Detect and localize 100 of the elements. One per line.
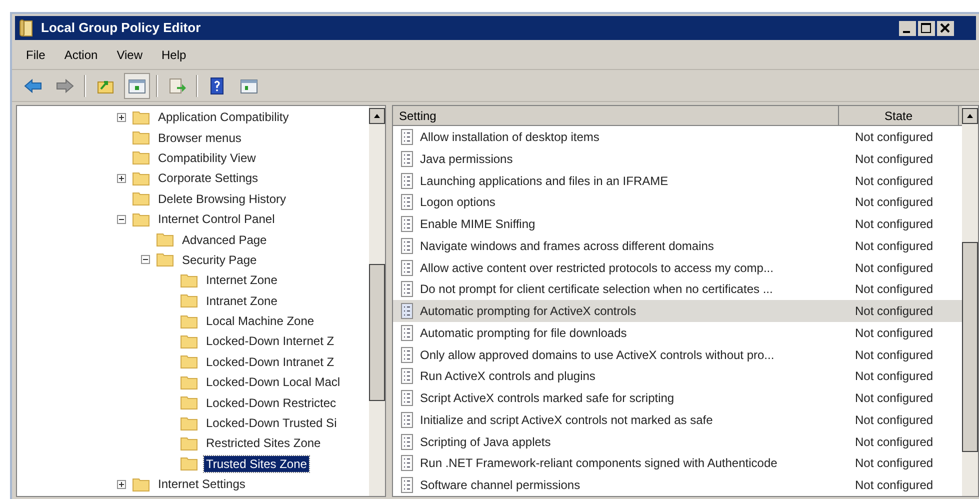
column-header[interactable]: Setting — [393, 106, 839, 126]
policy-setting-icon — [400, 194, 414, 210]
scroll-thumb[interactable] — [369, 264, 385, 401]
table-cell-text: Script ActiveX controls marked safe for scripting — [420, 390, 674, 408]
collapse-icon[interactable] — [117, 214, 126, 224]
policy-setting-icon — [400, 172, 414, 189]
tree-item[interactable]: Internet Control Panel — [156, 211, 277, 228]
table-cell-text: Not configured — [854, 368, 934, 386]
setting-row[interactable]: Initialize and script ActiveX controls not marked as safe Not configured — [393, 409, 962, 431]
table-cell-text: Not configured — [854, 434, 934, 451]
setting-row[interactable]: Enable MIME Sniffing Not configured — [393, 213, 962, 235]
table-cell-text: Not configured — [854, 412, 934, 429]
table-cell-text: Run ActiveX controls and plugins — [420, 368, 596, 386]
tree-item[interactable]: Delete Browsing History — [156, 190, 288, 207]
table-cell-text: Not configured — [854, 129, 934, 146]
setting-row[interactable]: Allow active content over restricted protocols to access my comp... Not configured — [393, 256, 962, 278]
table-cell-text: Not configured — [854, 238, 934, 255]
tree-item[interactable]: Locked-Down Intranet Z — [204, 354, 336, 370]
setting-row[interactable]: Only allow approved domains to use ActiveX controls without pro... Not configured — [393, 344, 962, 366]
table-cell-text: Not configured — [854, 477, 934, 494]
policy-setting-icon — [400, 238, 414, 254]
tree-item[interactable]: Locked-Down Restrictec — [204, 394, 338, 411]
table-cell-text: Launching applications and files in an IFRAME — [420, 172, 668, 190]
table-cell-text: Not configured — [854, 346, 934, 364]
collapse-icon[interactable] — [141, 255, 150, 264]
tree-item[interactable]: Locked-Down Internet Z — [204, 333, 336, 350]
tree-item[interactable]: Compatibility View — [156, 150, 258, 166]
setting-row[interactable]: Software channel permissions Not configured — [393, 474, 962, 496]
table-cell-text: Only allow approved domains to use ActiveX controls without pro... — [420, 346, 774, 364]
tree-item[interactable]: Application Compatibility — [156, 109, 291, 126]
tree-item[interactable]: Browser menus — [156, 130, 244, 146]
scroll-icon — [19, 19, 35, 37]
window-title: Local Group Policy Editor — [41, 19, 201, 38]
tree-item[interactable]: Local Machine Zone — [204, 313, 316, 330]
setting-row[interactable]: Navigate windows and frames across different domains Not configured — [393, 235, 962, 257]
table-cell-text: Run .NET Framework-reliant components signed with Authenticode — [420, 455, 778, 472]
policy-setting-icon — [400, 477, 414, 494]
policy-setting-icon — [400, 368, 414, 384]
setting-row[interactable]: Automatic prompting for ActiveX controls Not configured — [393, 300, 962, 322]
setting-row[interactable]: Scripting of Java applets Not configured — [393, 430, 962, 452]
column-header[interactable]: State — [839, 106, 959, 126]
tree-item[interactable]: Trusted Sites Zone — [204, 456, 309, 472]
policy-setting-icon — [400, 324, 414, 341]
menu-item[interactable]: Help — [162, 46, 186, 64]
scroll-up-icon[interactable] — [369, 108, 385, 124]
folder-icon — [180, 293, 198, 308]
setting-row[interactable]: Run .NET Framework-reliant components signed with Authenticode Not configured — [393, 452, 962, 474]
policy-setting-icon — [400, 390, 414, 406]
tree-item[interactable]: Internet Settings — [156, 476, 248, 492]
setting-row[interactable]: Script ActiveX controls marked safe for scripting Not configured — [393, 387, 962, 409]
menu-item[interactable]: View — [116, 46, 142, 64]
folder-icon — [132, 170, 150, 186]
close-icon[interactable] — [937, 20, 954, 36]
menu-item[interactable]: Action — [64, 46, 98, 64]
tree-item[interactable]: Advanced Page — [180, 232, 269, 248]
policy-setting-icon — [400, 412, 414, 428]
tree-item[interactable]: Intranet Zone — [204, 292, 280, 309]
setting-row[interactable]: Do not prompt for client certificate selection when no certificates ... Not configured — [393, 278, 962, 300]
policy-setting-icon — [400, 260, 414, 276]
policy-setting-icon — [400, 281, 414, 298]
expand-icon[interactable] — [117, 174, 126, 183]
policy-setting-icon — [400, 150, 414, 167]
folder-icon — [156, 232, 174, 248]
tree-item[interactable]: Locked-Down Local Macl — [204, 374, 342, 390]
minimize-icon[interactable] — [899, 20, 916, 36]
folder-icon — [180, 436, 198, 451]
menu-item[interactable]: File — [26, 46, 46, 64]
folder-icon — [132, 476, 150, 492]
scrollbar[interactable] — [369, 106, 385, 496]
expand-icon[interactable] — [117, 112, 126, 122]
folder-icon — [180, 314, 198, 329]
export-list-icon — [167, 76, 187, 96]
scroll-up-icon[interactable] — [962, 108, 978, 124]
folder-icon — [180, 334, 198, 349]
table-cell-text: Not configured — [854, 194, 934, 212]
tree-item[interactable]: Locked-Down Trusted Si — [204, 415, 339, 432]
table-cell-text: Scripting of Java applets — [420, 434, 551, 451]
tree-item[interactable]: Security Page — [180, 252, 259, 268]
setting-row[interactable]: Automatic prompting for file downloads Not configured — [393, 322, 962, 344]
folder-icon — [132, 110, 150, 125]
table-cell-text: Software channel permissions — [420, 477, 580, 494]
folder-icon — [156, 252, 174, 268]
table-cell-text: Java permissions — [420, 150, 513, 168]
policy-setting-icon — [400, 303, 414, 320]
expand-icon[interactable] — [117, 480, 126, 489]
table-cell-text: Navigate windows and frames across different domains — [420, 238, 714, 255]
setting-row[interactable]: Logon options Not configured — [393, 192, 962, 214]
tree-item[interactable]: Internet Zone — [204, 272, 280, 288]
setting-row[interactable]: Run ActiveX controls and plugins Not configured — [393, 366, 962, 388]
table-cell-text: Not configured — [854, 303, 934, 320]
setting-row[interactable]: Java permissions Not configured — [393, 148, 962, 170]
scroll-thumb[interactable] — [962, 242, 978, 452]
table-cell-text: Not configured — [854, 281, 934, 298]
maximize-icon[interactable] — [918, 20, 935, 36]
setting-row[interactable]: Launching applications and files in an IFRAME Not configured — [393, 170, 962, 192]
scrollbar[interactable] — [962, 106, 978, 496]
setting-row[interactable]: Allow installation of desktop items Not configured — [393, 126, 962, 148]
tree-item[interactable]: Corporate Settings — [156, 170, 260, 186]
tree-item[interactable]: Restricted Sites Zone — [204, 435, 323, 452]
policy-setting-icon — [400, 434, 414, 450]
